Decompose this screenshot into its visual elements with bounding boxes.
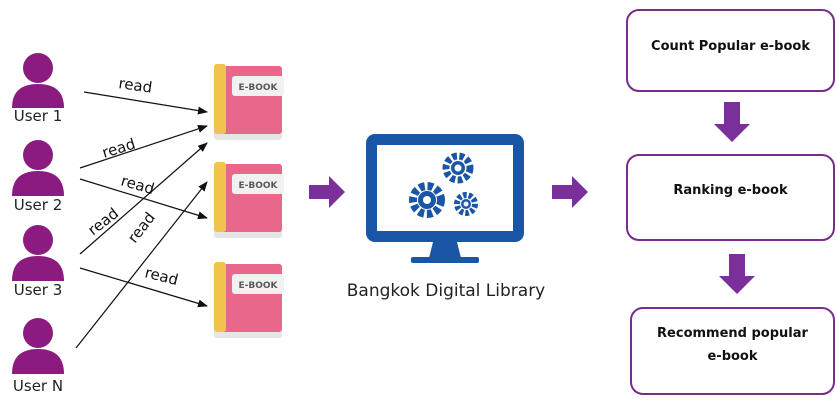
user-icon — [12, 318, 64, 374]
ebook-label: E-BOOK — [238, 181, 278, 191]
ebook-icon — [214, 64, 284, 140]
user-n: User N — [12, 318, 64, 395]
user-label: User 1 — [14, 107, 63, 125]
ebook-2: E-BOOK — [214, 162, 284, 238]
user-label: User N — [13, 377, 63, 395]
arrow-right-icon — [309, 176, 345, 208]
step-ranking: Ranking e-book — [626, 154, 835, 241]
ebook-icon — [214, 162, 284, 238]
user-1: User 1 — [12, 53, 64, 125]
read-arrow — [75, 181, 208, 349]
read-arrow — [79, 125, 208, 169]
ebook-icon — [214, 262, 284, 338]
arrow-down-icon — [719, 254, 755, 294]
step-recommend: Recommend popular e-book — [630, 307, 835, 395]
ebook-label: E-BOOK — [238, 83, 278, 93]
step-count-popular: Count Popular e-book — [626, 9, 835, 92]
read-label: read — [124, 209, 159, 247]
library-label: Bangkok Digital Library — [347, 281, 546, 301]
step-label-line1: Recommend popular — [657, 326, 808, 341]
user-label: User 2 — [14, 196, 63, 214]
step-label-line2: e-book — [707, 349, 757, 364]
read-label: read — [117, 74, 153, 97]
read-label: read — [100, 135, 138, 162]
computer-gears-icon — [366, 134, 524, 263]
ebook-label: E-BOOK — [238, 281, 278, 291]
arrow-right-icon — [552, 176, 588, 208]
arrow-down-icon — [714, 102, 750, 142]
user-icon — [12, 225, 64, 281]
step-label: Ranking e-book — [673, 183, 788, 198]
ebook-3: E-BOOK — [214, 262, 284, 338]
read-arrow — [79, 267, 208, 308]
user-icon — [12, 53, 64, 108]
step-label: Count Popular e-book — [651, 39, 810, 54]
ebook-recommendation-diagram: User 1 User 2 User 3 User N read read re… — [12, 9, 835, 395]
read-label: read — [143, 263, 180, 289]
user-2: User 2 — [12, 140, 64, 214]
user-icon — [12, 140, 64, 196]
read-label: read — [119, 172, 156, 199]
user-label: User 3 — [14, 281, 63, 299]
user-3: User 3 — [12, 225, 64, 299]
ebook-1: E-BOOK — [214, 64, 284, 140]
